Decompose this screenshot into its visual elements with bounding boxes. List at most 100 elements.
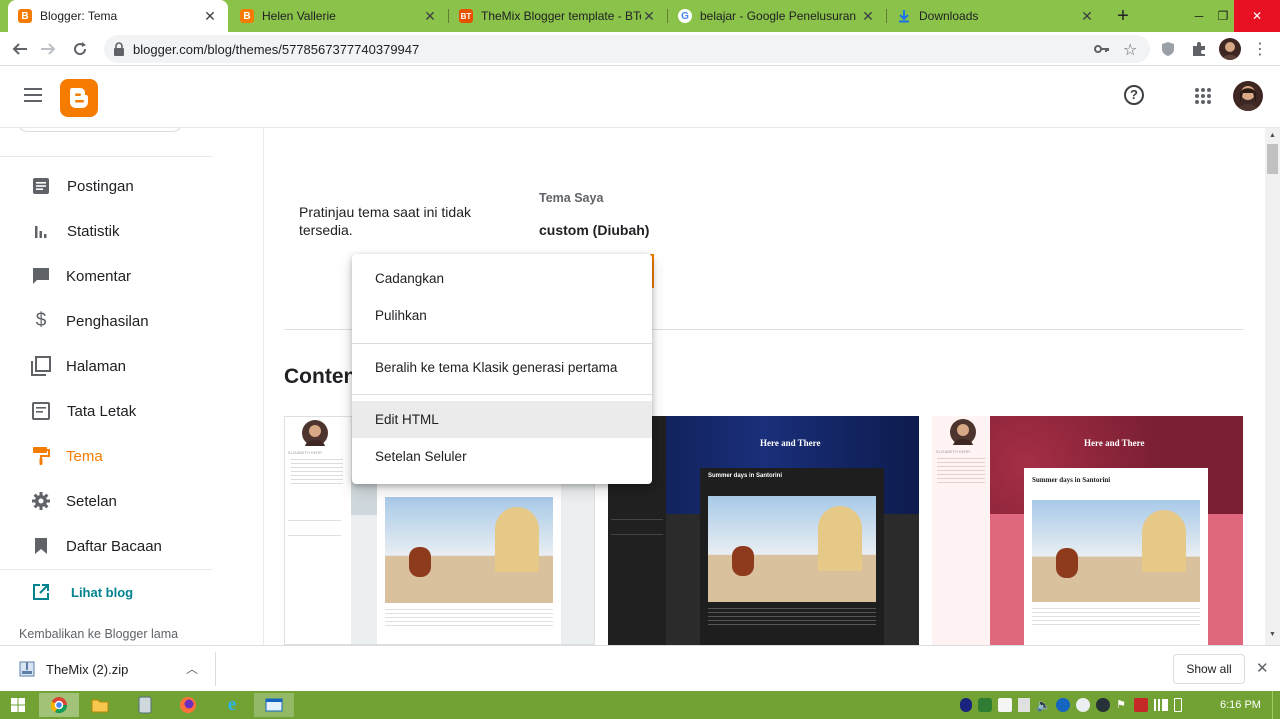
signal-bars-icon[interactable]: [1154, 699, 1168, 711]
security-shield-icon[interactable]: [978, 698, 992, 712]
help-icon[interactable]: ?: [1124, 85, 1144, 105]
apps-grid-icon[interactable]: [1195, 88, 1211, 109]
gear-icon: [30, 490, 52, 512]
chrome-menu-icon[interactable]: ⋮: [1250, 39, 1270, 59]
profile-avatar[interactable]: [1219, 38, 1241, 60]
taskbar-window-icon[interactable]: [254, 693, 294, 717]
sidebar-item-penghasilan[interactable]: $ Penghasilan: [0, 301, 212, 341]
new-tab-button[interactable]: +: [1112, 5, 1134, 27]
new-post-button-edge[interactable]: [16, 128, 184, 132]
sidebar-item-statistik[interactable]: Statistik: [0, 211, 212, 251]
dollar-icon: $: [35, 310, 47, 331]
section-title: Conten: [284, 365, 357, 388]
flag-icon[interactable]: ⚑: [1116, 698, 1128, 712]
back-icon[interactable]: [10, 39, 30, 59]
menu-item-backup[interactable]: Cadangkan: [352, 260, 652, 297]
tray-antivirus-icon[interactable]: [1134, 698, 1148, 712]
hamburger-menu-icon[interactable]: [24, 88, 42, 107]
preview-post-image: [385, 497, 553, 603]
show-desktop-button[interactable]: [1272, 691, 1280, 719]
sidebar-item-postingan[interactable]: Postingan: [0, 166, 212, 206]
taskbar-file-explorer-icon[interactable]: [80, 693, 120, 717]
stats-icon: [30, 220, 52, 242]
close-icon[interactable]: ✕: [202, 8, 218, 25]
menu-item-restore[interactable]: Pulihkan: [352, 297, 652, 334]
sidebar-item-setelan[interactable]: Setelan: [0, 481, 212, 521]
sidebar-item-daftar-bacaan[interactable]: Daftar Bacaan: [0, 526, 212, 566]
menu-item-classic-theme[interactable]: Beralih ke tema Klasik generasi pertama: [352, 349, 652, 386]
chevron-up-icon[interactable]: ︿: [186, 660, 198, 677]
menu-item-mobile-settings[interactable]: Setelan Seluler: [352, 438, 652, 475]
close-icon[interactable]: ✕: [422, 8, 438, 25]
close-icon[interactable]: ✕: [860, 8, 876, 25]
scrollbar-thumb[interactable]: [1267, 144, 1278, 174]
sidebar-item-tata-letak[interactable]: Tata Letak: [0, 391, 212, 431]
sidebar-item-label: Tata Letak: [67, 402, 137, 420]
taskbar-ie-icon[interactable]: e: [212, 693, 252, 717]
sidebar-item-label: Postingan: [67, 177, 134, 195]
sidebar-divider: [0, 569, 212, 570]
close-download-bar-icon[interactable]: ✕: [1256, 659, 1269, 677]
battery-icon[interactable]: [1174, 698, 1182, 712]
window-close-button[interactable]: ✕: [1234, 0, 1280, 32]
forward-icon[interactable]: [38, 39, 58, 59]
bluetooth-icon[interactable]: [960, 698, 972, 712]
preview-divider: [611, 519, 663, 520]
address-bar[interactable]: blogger.com/blog/themes/5778567377740379…: [104, 35, 1150, 63]
usb-icon[interactable]: [1018, 698, 1030, 712]
extensions-puzzle-icon[interactable]: [1189, 39, 1209, 59]
preview-windmill: [495, 507, 539, 572]
tab-title: Blogger: Tema: [40, 9, 118, 23]
windows-start-icon[interactable]: [0, 693, 36, 717]
sidebar-item-halaman[interactable]: Halaman: [0, 346, 212, 386]
tab-title: Downloads: [919, 9, 979, 23]
page-scrollbar[interactable]: ▲ ▼: [1265, 128, 1280, 645]
tray-network-app-icon[interactable]: [1056, 698, 1070, 712]
legacy-blogger-link[interactable]: Kembalikan ke Blogger lama: [19, 627, 178, 641]
menu-divider: [352, 394, 652, 395]
tab-themix[interactable]: BT TheMix Blogger template - BTemplates …: [449, 0, 667, 32]
tab-helen-vallerie[interactable]: B Helen Vallerie ✕: [230, 0, 448, 32]
sidebar-item-komentar[interactable]: Komentar: [0, 256, 212, 296]
preview-post-title: Summer days in Santorini: [708, 473, 783, 479]
system-tray: 🔈 ⚑: [960, 697, 1200, 713]
blogger-logo[interactable]: [60, 79, 98, 117]
menu-item-edit-html[interactable]: Edit HTML: [352, 401, 652, 438]
shield-extension-icon[interactable]: [1158, 39, 1178, 59]
preview-avatar: [950, 419, 976, 445]
layout-icon: [30, 400, 52, 422]
theme-card-contempo-dark[interactable]: Here and There Summer days in Santorini: [608, 416, 919, 645]
preview-unavailable-text: Pratinjau tema saat ini tidak tersedia.: [299, 204, 471, 238]
taskbar-firefox-icon[interactable]: [168, 693, 208, 717]
tab-google[interactable]: G belajar - Google Penelusuran ✕: [668, 0, 886, 32]
scroll-down-arrow-icon[interactable]: ▼: [1269, 631, 1276, 638]
sidebar-item-label: Komentar: [66, 267, 132, 285]
tab-downloads[interactable]: Downloads ✕: [887, 0, 1105, 32]
scroll-up-arrow-icon[interactable]: ▲: [1269, 132, 1276, 139]
volume-icon[interactable]: 🔈: [1036, 698, 1051, 712]
sidebar-item-label: Statistik: [67, 222, 120, 240]
sidebar-item-tema[interactable]: Tema: [0, 436, 212, 476]
show-all-button[interactable]: Show all: [1173, 654, 1245, 684]
my-theme-name: custom (Diubah): [539, 222, 650, 238]
zip-file-icon: [19, 661, 35, 682]
taskbar-app-icon[interactable]: [125, 693, 165, 717]
tab-blogger-tema[interactable]: B Blogger: Tema ✕: [8, 0, 228, 32]
tray-clock-app-icon[interactable]: [1096, 698, 1110, 712]
view-blog-link[interactable]: Lihat blog: [0, 572, 212, 612]
tray-app-icon[interactable]: [998, 698, 1012, 712]
close-icon[interactable]: ✕: [1079, 8, 1095, 25]
pages-icon: [30, 355, 52, 377]
taskbar-chrome-icon[interactable]: [39, 693, 79, 717]
account-avatar[interactable]: [1233, 81, 1263, 111]
taskbar-clock[interactable]: 6:16 PM: [1220, 699, 1261, 711]
theme-card-contempo-rose[interactable]: ELIZABETH KERR Here and There Summer day…: [932, 416, 1243, 645]
key-icon[interactable]: [1094, 42, 1110, 61]
preview-text-lines: [1032, 608, 1200, 628]
download-file-name[interactable]: TheMix (2).zip: [46, 662, 128, 677]
tray-emoji-icon[interactable]: [1076, 698, 1090, 712]
reload-icon[interactable]: [70, 39, 90, 59]
close-icon[interactable]: ✕: [641, 8, 657, 25]
star-icon[interactable]: ☆: [1123, 40, 1137, 60]
preview-post-title: Summer days in Santorini: [1032, 476, 1111, 484]
